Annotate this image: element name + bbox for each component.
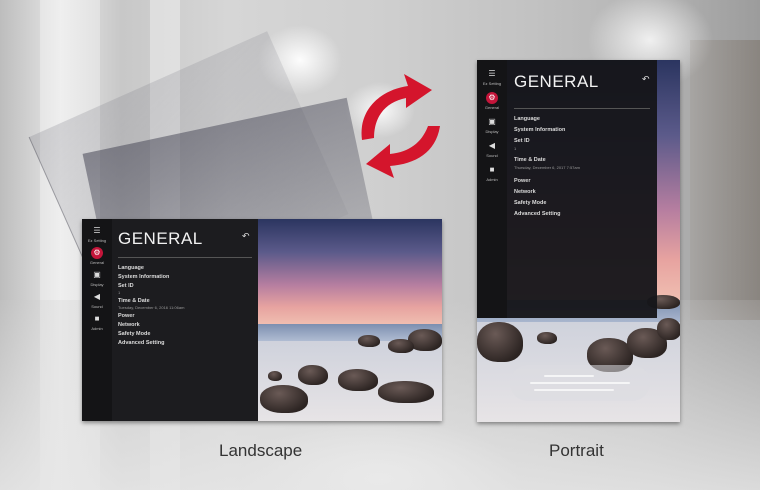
divider (514, 108, 650, 109)
general-icon: ⚙ (486, 92, 498, 104)
back-icon[interactable]: ↶ (642, 74, 650, 85)
sound-icon: ◀ (488, 141, 496, 150)
display-icon: ▣ (488, 117, 496, 126)
rail-label: General (484, 105, 500, 110)
menu-item-safety-mode[interactable]: Safety Mode (118, 331, 150, 337)
rail-item-ez-setting[interactable]: ☰ Ez Setting (477, 68, 507, 86)
rail-item-sound[interactable]: ◀ Sound (477, 140, 507, 158)
menu-item-advanced-setting[interactable]: Advanced Setting (118, 340, 164, 346)
admin-icon: ■ (489, 165, 495, 174)
menu-item-set-id[interactable]: Set ID (514, 138, 530, 144)
settings-rail: ☰ Ez Setting ⚙ General ▣ Display ◀ Sound… (82, 219, 112, 421)
menu-item-language[interactable]: Language (514, 116, 540, 122)
rail-item-display[interactable]: ▣ Display (82, 269, 112, 287)
page-title: GENERAL (118, 229, 203, 248)
rail-label: Ez Setting (482, 81, 502, 86)
landscape-caption: Landscape (219, 441, 303, 460)
rail-item-display[interactable]: ▣ Display (477, 116, 507, 134)
menu-item-advanced-setting[interactable]: Advanced Setting (514, 211, 560, 217)
menu-item-safety-mode[interactable]: Safety Mode (514, 200, 546, 206)
rail-label: Display (90, 282, 104, 287)
settings-menu: ☰ Ez Setting ⚙ General ▣ Display ◀ Sound… (82, 219, 258, 421)
ez-setting-icon: ☰ (488, 69, 496, 78)
time-date-value: Thursday, December 6, 2017 7:57am (514, 165, 580, 170)
menu-item-set-id[interactable]: Set ID (118, 283, 134, 289)
rail-item-general[interactable]: ⚙ General (82, 247, 112, 265)
rail-label: Admin (486, 177, 498, 182)
ez-setting-icon: ☰ (93, 226, 101, 235)
menu-item-system-information[interactable]: System Information (514, 127, 565, 133)
time-date-value: Tuesday, December 6, 2016 11:06am (118, 305, 185, 310)
admin-icon: ■ (94, 314, 100, 323)
rail-item-general[interactable]: ⚙ General (477, 92, 507, 110)
menu-item-network[interactable]: Network (118, 322, 140, 328)
display-icon: ▣ (93, 270, 101, 279)
rail-label: Display (485, 129, 499, 134)
set-id-value: 1 (514, 146, 517, 151)
notification-bubble (510, 365, 650, 401)
portrait-display: ☰ Ez Setting ⚙ General ▣ Display ◀ Sound… (477, 60, 680, 422)
rotate-arrows-icon (361, 74, 440, 178)
rail-label: General (89, 260, 105, 265)
rail-item-sound[interactable]: ◀ Sound (82, 291, 112, 309)
landscape-display: ☰ Ez Setting ⚙ General ▣ Display ◀ Sound… (82, 219, 442, 421)
rail-item-admin[interactable]: ■ Admin (477, 164, 507, 182)
back-icon[interactable]: ↶ (242, 231, 250, 242)
bubble-text-line (534, 389, 614, 391)
background-wall (690, 40, 760, 320)
menu-item-language[interactable]: Language (118, 265, 144, 271)
beach-photo (258, 219, 442, 421)
menu-item-network[interactable]: Network (514, 189, 536, 195)
menu-item-power[interactable]: Power (118, 313, 135, 319)
page-title: GENERAL (514, 72, 599, 91)
rail-label: Sound (486, 153, 498, 158)
sound-icon: ◀ (93, 292, 101, 301)
rail-item-ez-setting[interactable]: ☰ Ez Setting (82, 225, 112, 243)
rail-label: Sound (91, 304, 103, 309)
menu-item-time-date[interactable]: Time & Date (118, 298, 150, 304)
rail-item-admin[interactable]: ■ Admin (82, 313, 112, 331)
rail-label: Admin (91, 326, 103, 331)
rail-label: Ez Setting (87, 238, 107, 243)
set-id-value: 1 (118, 290, 121, 295)
bubble-text-line (544, 375, 594, 377)
menu-item-time-date[interactable]: Time & Date (514, 157, 546, 163)
portrait-caption: Portrait (549, 441, 604, 460)
divider (118, 257, 252, 258)
settings-rail: ☰ Ez Setting ⚙ General ▣ Display ◀ Sound… (477, 60, 507, 318)
settings-menu: ☰ Ez Setting ⚙ General ▣ Display ◀ Sound… (477, 60, 657, 318)
general-icon: ⚙ (91, 247, 103, 259)
menu-item-power[interactable]: Power (514, 178, 531, 184)
menu-item-system-information[interactable]: System Information (118, 274, 169, 280)
bubble-text-line (530, 382, 630, 384)
